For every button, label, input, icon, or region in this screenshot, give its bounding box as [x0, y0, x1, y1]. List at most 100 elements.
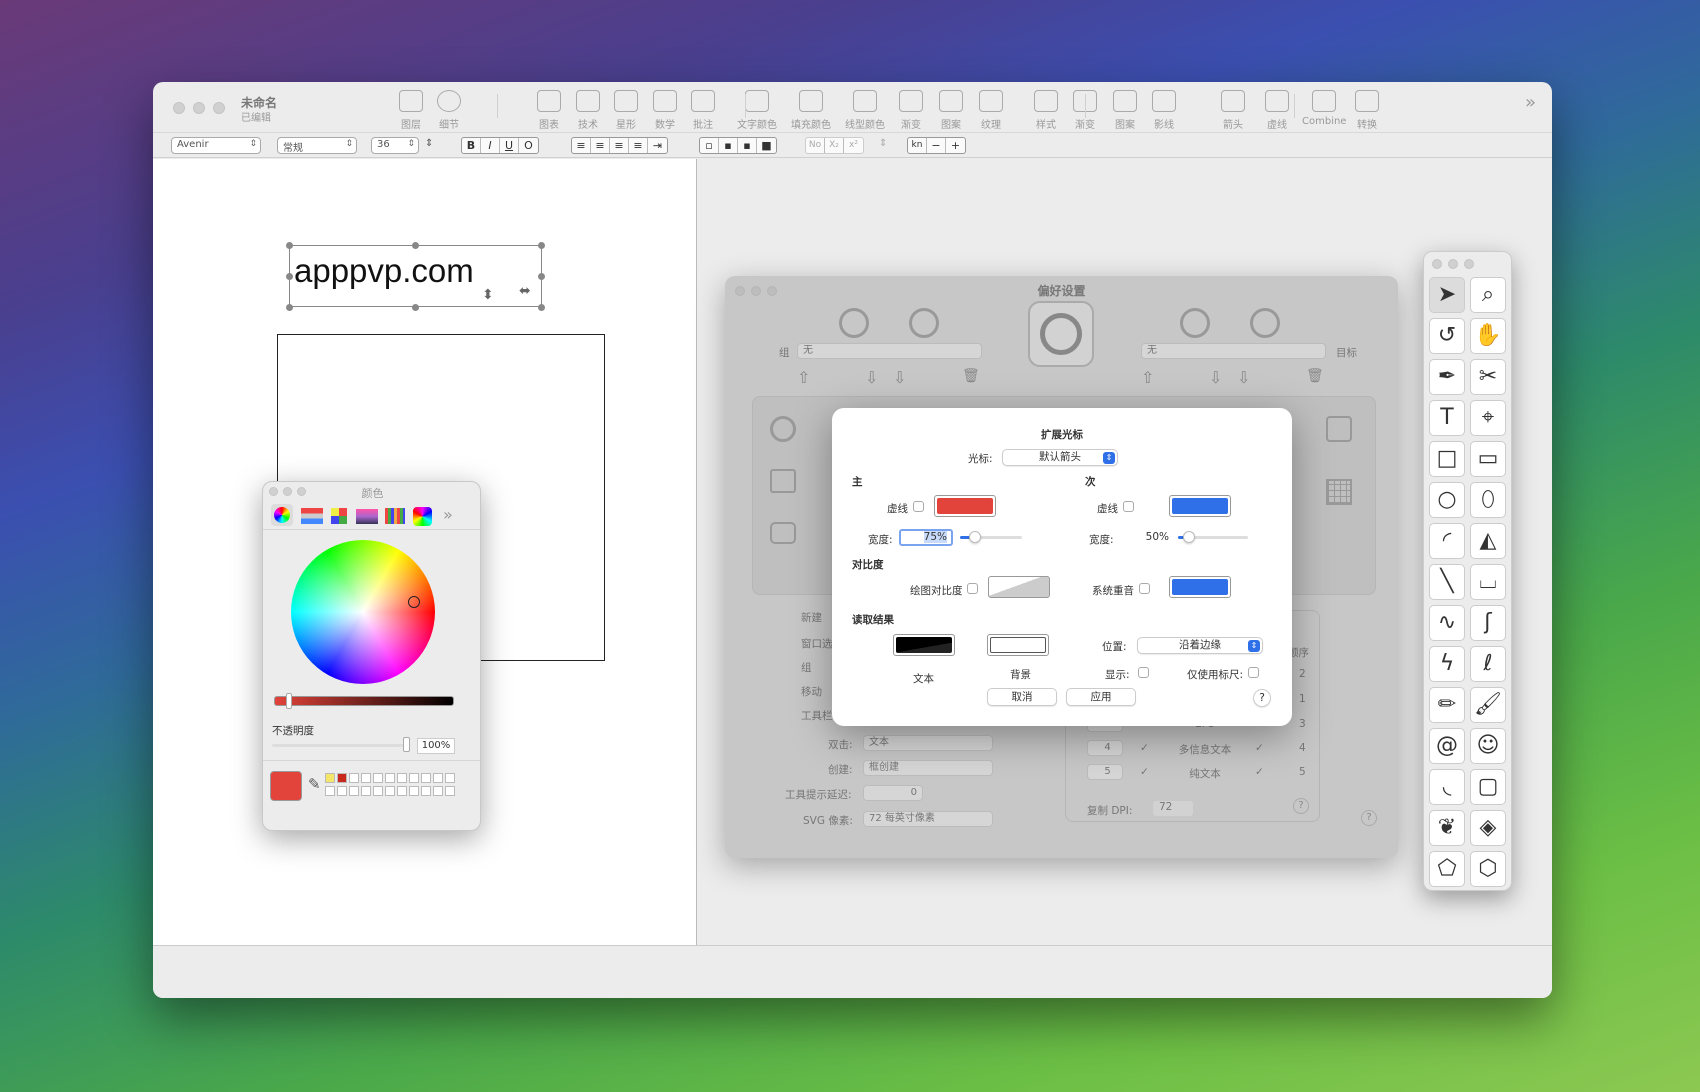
color-swatch[interactable]: [421, 786, 431, 796]
font-select[interactable]: Avenir: [171, 137, 261, 154]
color-swatch[interactable]: [349, 786, 359, 796]
color-swatch[interactable]: [433, 786, 443, 796]
contrast-color-well[interactable]: [988, 576, 1050, 598]
subscript-button[interactable]: X₂: [825, 138, 844, 153]
blob-icon[interactable]: ❦: [1429, 810, 1465, 846]
ruler-only-checkbox[interactable]: [1248, 667, 1259, 678]
gear-icon[interactable]: [1250, 308, 1280, 338]
svg-pixels-select[interactable]: 72 每英寸像素: [863, 811, 993, 827]
draw-contrast-checkbox[interactable]: [967, 583, 978, 594]
hand-icon[interactable]: ✋: [1470, 318, 1506, 354]
head-icon[interactable]: ☺: [1470, 728, 1506, 764]
format-check[interactable]: ✓: [1255, 742, 1264, 754]
rectangle-icon[interactable]: □: [1429, 441, 1465, 477]
ellipse-icon[interactable]: ⬯: [1470, 482, 1506, 518]
size-stepper[interactable]: ⇕: [425, 138, 433, 149]
color-modes-overflow-icon[interactable]: »: [443, 505, 453, 524]
curve-icon[interactable]: ∿: [1429, 605, 1465, 641]
primary-dash-checkbox[interactable]: [913, 501, 924, 512]
toolbar-gradient-button[interactable]: 渐变: [889, 90, 933, 131]
select-text-icon[interactable]: ⌖: [1470, 400, 1506, 436]
rotate-icon[interactable]: ↺: [1429, 318, 1465, 354]
download-icon[interactable]: ⇩: [1209, 368, 1222, 387]
download-icon[interactable]: ⇩: [1237, 368, 1250, 387]
brush-icon[interactable]: 🖌: [1470, 687, 1506, 723]
create-select[interactable]: 框创建: [863, 760, 993, 776]
resize-vertical-icon[interactable]: ⬍: [482, 287, 494, 303]
gear-icon[interactable]: [1180, 308, 1210, 338]
color-swatch[interactable]: [373, 773, 383, 783]
toolbar-pattern-button[interactable]: 图案: [929, 90, 973, 131]
spiral-icon[interactable]: @: [1429, 728, 1465, 764]
align-center-button[interactable]: ≡: [591, 138, 610, 153]
color-swatch[interactable]: [397, 773, 407, 783]
format-help-button[interactable]: ?: [1293, 798, 1309, 814]
dialog-help-button[interactable]: ?: [1253, 689, 1271, 707]
color-wheel[interactable]: [291, 540, 435, 684]
polyline-icon[interactable]: ⌴: [1470, 564, 1506, 600]
roundrect-icon[interactable]: ▢: [1470, 769, 1506, 805]
curve2-icon[interactable]: ʃ: [1470, 605, 1506, 641]
tag-icon[interactable]: ◈: [1470, 810, 1506, 846]
color-swatch[interactable]: [361, 773, 371, 783]
toolbar-overflow-icon[interactable]: »: [1525, 92, 1536, 113]
color-swatch[interactable]: [409, 786, 419, 796]
opacity-slider[interactable]: [272, 744, 408, 747]
toolbar-line-color-button[interactable]: 线型颜色: [843, 90, 887, 131]
tooltip-icon[interactable]: [770, 522, 796, 544]
pencils-mode-icon[interactable]: [385, 508, 405, 524]
target-select[interactable]: 无: [1141, 343, 1326, 359]
color-swatch[interactable]: [385, 786, 395, 796]
toolbar-star-button[interactable]: 星形: [604, 90, 648, 131]
loop-icon[interactable]: ℓ: [1470, 646, 1506, 682]
primary-color-well[interactable]: [934, 495, 996, 517]
color-picker-mode-icon[interactable]: [413, 507, 432, 526]
kerning-decrease-button[interactable]: −: [927, 138, 946, 153]
system-accent-checkbox[interactable]: [1139, 583, 1150, 594]
text-direction-button[interactable]: ⇥: [648, 138, 667, 153]
circle-icon[interactable]: ○: [1429, 482, 1465, 518]
zoom-button[interactable]: [213, 102, 225, 114]
current-color-well[interactable]: [270, 771, 302, 801]
color-swatch[interactable]: [409, 773, 419, 783]
window-icon[interactable]: [770, 469, 796, 493]
swatch-grid[interactable]: [325, 771, 455, 799]
baseline-stepper[interactable]: ⇕: [879, 138, 887, 149]
brightness-knob[interactable]: [286, 693, 292, 709]
toolbar-texture-button[interactable]: 纹理: [969, 90, 1013, 131]
align-right-button[interactable]: ≡: [610, 138, 629, 153]
wedge-icon[interactable]: ◭: [1470, 523, 1506, 559]
grid-icon[interactable]: [1326, 479, 1352, 505]
text-icon[interactable]: T: [1429, 400, 1465, 436]
tooltip-delay-field[interactable]: 0: [863, 785, 923, 801]
preferences-help-button[interactable]: ?: [1361, 810, 1377, 826]
accent-color-well[interactable]: [1169, 576, 1231, 598]
download-icon[interactable]: ⇩: [893, 368, 906, 387]
toolbar-pattern-button[interactable]: 图案: [1103, 90, 1147, 131]
toolbar-dash-button[interactable]: 虚线: [1255, 90, 1299, 131]
cursor-select[interactable]: 默认箭头 ⇕: [1002, 449, 1118, 466]
text-box[interactable]: apppvp.com: [289, 245, 542, 307]
arrange-front-icon[interactable]: ■: [757, 138, 776, 153]
eyedropper-icon[interactable]: ✎: [308, 775, 321, 793]
apply-button[interactable]: 应用: [1066, 688, 1136, 706]
superscript-button[interactable]: x²: [844, 138, 863, 153]
kerning-increase-button[interactable]: +: [946, 138, 965, 153]
baseline-normal-button[interactable]: No: [806, 138, 825, 153]
close-button[interactable]: [173, 102, 185, 114]
scissors-icon[interactable]: ✂: [1470, 359, 1506, 395]
text-color-well[interactable]: [893, 634, 955, 656]
format-check[interactable]: ✓: [1255, 766, 1264, 778]
color-swatch[interactable]: [349, 773, 359, 783]
download-icon[interactable]: ⇩: [865, 368, 878, 387]
color-swatch[interactable]: [361, 786, 371, 796]
zoom-icon[interactable]: ⌕: [1470, 277, 1506, 313]
opacity-field[interactable]: 100%: [417, 738, 455, 754]
size-select[interactable]: 36: [371, 137, 419, 154]
arrange-backward-icon[interactable]: ▪: [719, 138, 738, 153]
copy-dpi-field[interactable]: 72: [1153, 801, 1193, 816]
toolbar-annotate-button[interactable]: 批注: [681, 90, 725, 131]
format-enabled-check[interactable]: ✓: [1140, 742, 1149, 754]
upload-icon[interactable]: ⇧: [1141, 368, 1154, 387]
pen-icon[interactable]: ✒: [1429, 359, 1465, 395]
